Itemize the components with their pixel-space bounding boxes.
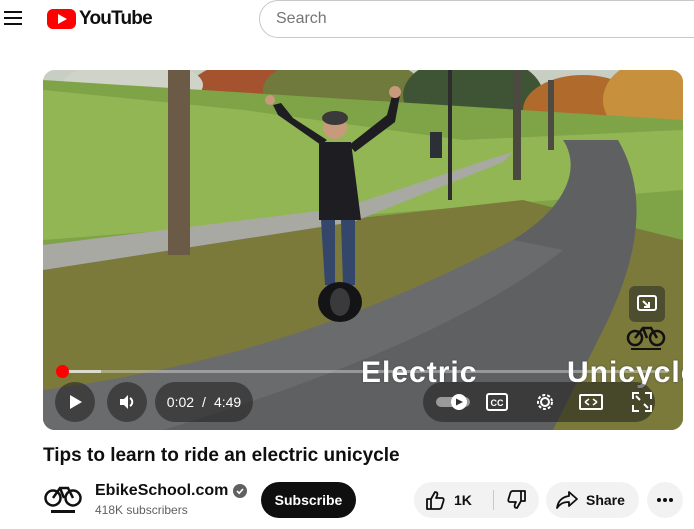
channel-name-row[interactable]: EbikeSchool.com (95, 482, 248, 500)
svg-text:CC: CC (491, 398, 504, 408)
progress-bar[interactable] (56, 365, 668, 378)
channel-avatar[interactable] (43, 482, 83, 516)
more-actions-button[interactable] (647, 482, 683, 518)
youtube-play-icon (47, 9, 76, 29)
ebike-school-avatar-icon (44, 486, 82, 513)
dislike-button[interactable] (494, 482, 539, 518)
subscribe-button[interactable]: Subscribe (261, 482, 356, 518)
logo-text: YouTube (79, 8, 153, 29)
miniplayer-icon (637, 295, 657, 311)
captions-button[interactable]: CC (481, 386, 513, 418)
like-button[interactable]: 1K (414, 482, 489, 518)
theater-icon (579, 394, 603, 410)
settings-button[interactable] (529, 386, 561, 418)
thumbs-down-icon (506, 490, 526, 509)
channel-watermark[interactable] (625, 322, 667, 352)
top-bar: YouTube (0, 0, 694, 40)
search-input[interactable] (259, 0, 694, 38)
thumbs-up-icon (426, 491, 445, 510)
video-title: Tips to learn to ride an electric unicyc… (43, 445, 400, 466)
more-horizontal-icon (657, 498, 673, 502)
like-count: 1K (454, 492, 472, 508)
youtube-logo[interactable]: YouTube (47, 8, 153, 30)
duration: 4:49 (213, 394, 242, 410)
ebike-school-logo-icon (626, 326, 666, 350)
captions-icon: CC (486, 393, 508, 411)
share-label: Share (586, 492, 625, 508)
time-display: 0:02 / 4:49 (155, 382, 253, 422)
subscriber-count: 418K subscribers (95, 503, 188, 517)
play-icon (70, 395, 82, 409)
like-dislike-group: 1K (414, 482, 539, 518)
autoplay-toggle-icon (436, 394, 470, 410)
settings-icon (537, 394, 553, 410)
volume-icon (120, 395, 134, 409)
miniplayer-button[interactable] (629, 286, 665, 322)
autoplay-toggle[interactable] (431, 386, 475, 418)
hamburger-menu-icon[interactable] (4, 10, 22, 26)
current-time: 0:02 (166, 394, 195, 410)
right-controls: CC (423, 382, 655, 422)
mute-button[interactable] (107, 382, 147, 422)
share-icon (556, 491, 578, 509)
fullscreen-icon (632, 392, 652, 412)
verified-badge-icon (233, 484, 248, 498)
time-separator: / (202, 394, 206, 410)
theater-mode-button[interactable] (575, 386, 607, 418)
video-player[interactable]: Electric Unicycle 0:02 / 4:49 (43, 70, 683, 430)
share-button[interactable]: Share (546, 482, 639, 518)
play-button[interactable] (55, 382, 95, 422)
channel-name[interactable]: EbikeSchool.com (95, 482, 228, 500)
fullscreen-button[interactable] (626, 386, 658, 418)
